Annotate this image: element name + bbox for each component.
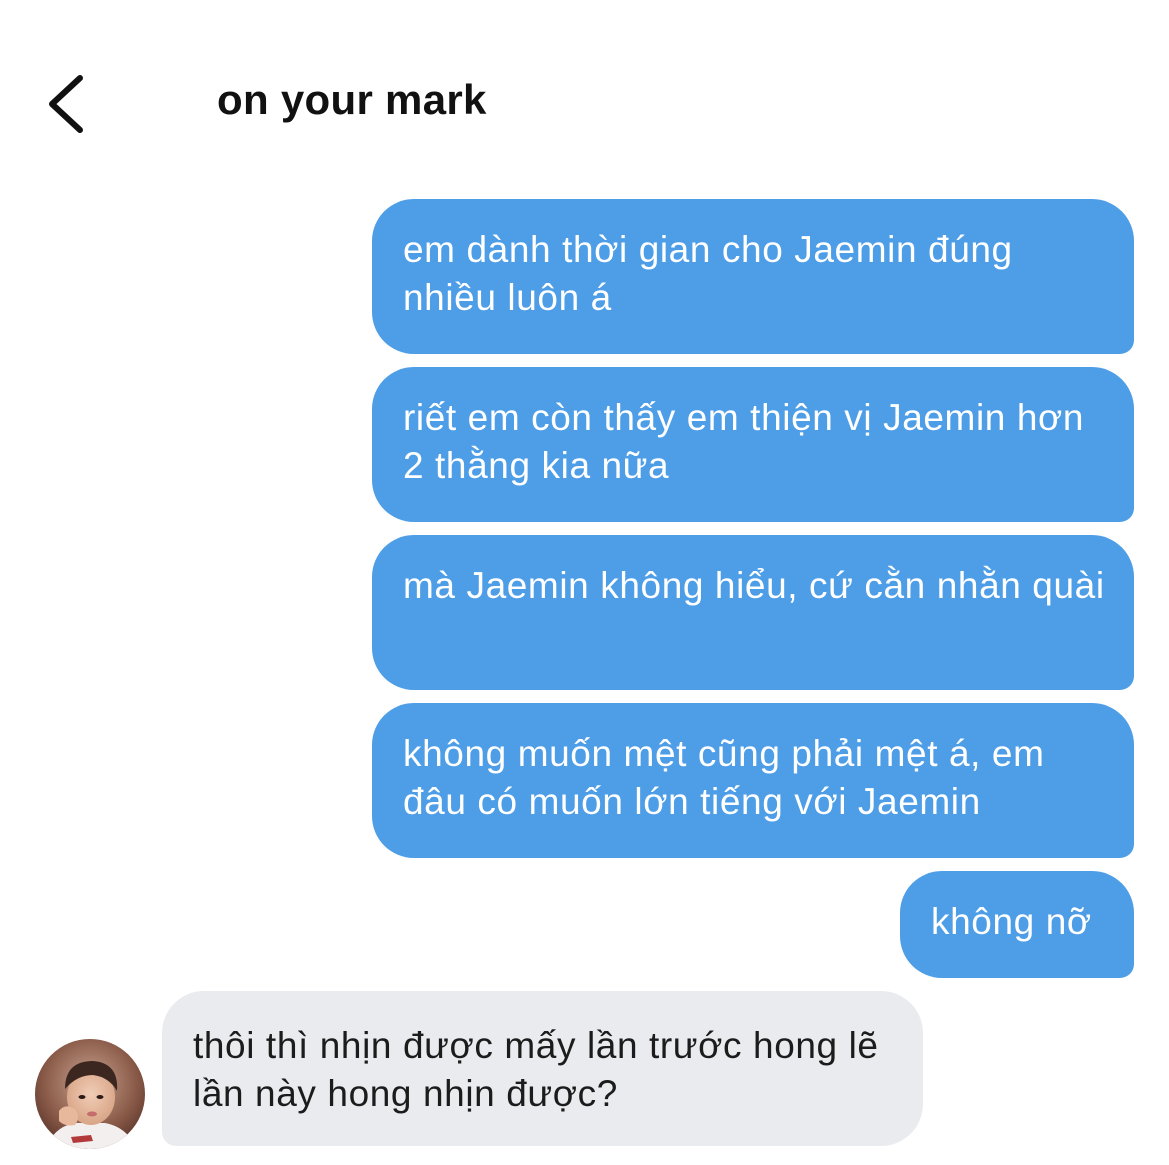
back-button[interactable] <box>40 68 100 140</box>
message-bubble-sent[interactable]: không nỡ <box>900 871 1134 978</box>
chat-header: on your mark <box>0 0 1169 180</box>
message-bubble-sent[interactable]: em dành thời gian cho Jaemin đúng nhiều … <box>372 199 1134 354</box>
message-bubble-sent[interactable]: mà Jaemin không hiểu, cứ cằn nhằn quài <box>372 535 1134 690</box>
chevron-left-icon <box>49 75 83 133</box>
message-bubble-received[interactable]: thôi thì nhịn được mấy lần trước hong lẽ… <box>162 991 923 1146</box>
chat-title: on your mark <box>217 76 487 123</box>
message-bubble-sent[interactable]: không muốn mệt cũng phải mệt á, em đâu c… <box>372 703 1134 858</box>
contact-avatar[interactable] <box>35 1039 145 1149</box>
avatar-photo-icon <box>35 1039 145 1149</box>
message-bubble-sent[interactable]: riết em còn thấy em thiện vị Jaemin hơn … <box>372 367 1134 522</box>
